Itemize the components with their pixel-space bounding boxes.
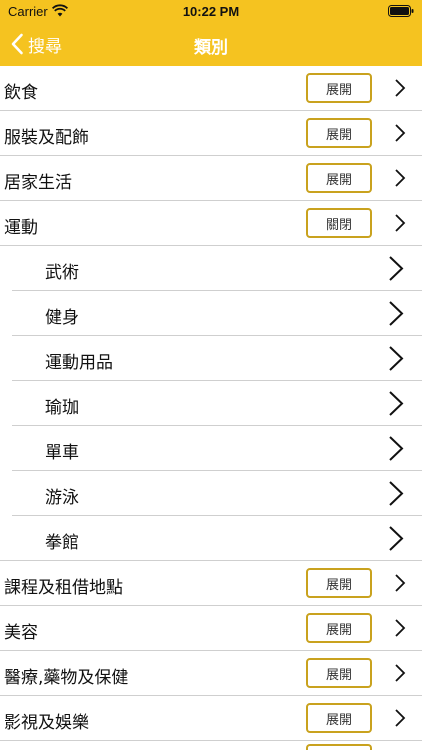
category-label: 醫療,藥物及保健 [4, 668, 129, 688]
chevron-right-icon [395, 664, 406, 682]
category-label: 居家生活 [4, 173, 72, 193]
battery-icon [388, 5, 414, 17]
status-time: 10:22 PM [182, 4, 240, 19]
chevron-right-icon [389, 436, 404, 461]
subcategory-row[interactable]: 拳館 [0, 516, 422, 561]
category-list: 飲食 展開 服裝及配飾 展開 居家生活 展開 運動 關閉 武術 健身 運動用品 … [0, 66, 422, 741]
chevron-right-icon [389, 526, 404, 551]
collapse-button[interactable]: 關閉 [306, 208, 372, 238]
category-row-sports[interactable]: 運動 關閉 [0, 201, 422, 246]
category-row-courses[interactable]: 課程及租借地點 展開 [0, 561, 422, 606]
expand-button[interactable]: 展開 [306, 658, 372, 688]
chevron-right-icon [395, 709, 406, 727]
chevron-right-icon [395, 79, 406, 97]
page-title: 類別 [194, 38, 228, 58]
navigation-bar: 搜尋 類別 [0, 22, 422, 66]
subcategory-label: 武術 [45, 263, 79, 283]
category-label: 運動 [4, 218, 38, 238]
expand-button[interactable]: 展開 [306, 118, 372, 148]
subcategory-label: 瑜珈 [45, 398, 79, 418]
subcategory-row[interactable]: 武術 [12, 246, 422, 291]
next-expand-button-partial[interactable] [306, 744, 372, 750]
chevron-right-icon [389, 391, 404, 416]
category-label: 課程及租借地點 [4, 578, 123, 598]
category-row-beauty[interactable]: 美容 展開 [0, 606, 422, 651]
category-label: 美容 [4, 623, 38, 643]
status-bar: Carrier 10:22 PM [0, 0, 422, 22]
category-row-medical[interactable]: 醫療,藥物及保健 展開 [0, 651, 422, 696]
chevron-right-icon [389, 256, 404, 281]
expand-button[interactable]: 展開 [306, 73, 372, 103]
chevron-right-icon [395, 619, 406, 637]
category-row-entertainment[interactable]: 影視及娛樂 展開 [0, 696, 422, 741]
subcategory-label: 單車 [45, 443, 79, 463]
chevron-right-icon [395, 169, 406, 187]
chevron-right-icon [389, 301, 404, 326]
category-label: 服裝及配飾 [4, 128, 89, 148]
category-label: 影視及娛樂 [4, 713, 89, 733]
expand-button[interactable]: 展開 [306, 703, 372, 733]
category-row-food[interactable]: 飲食 展開 [0, 66, 422, 111]
subcategory-row[interactable]: 單車 [12, 426, 422, 471]
chevron-right-icon [389, 481, 404, 506]
subcategory-row[interactable]: 健身 [12, 291, 422, 336]
chevron-right-icon [395, 574, 406, 592]
subcategory-row[interactable]: 游泳 [12, 471, 422, 516]
subcategory-row[interactable]: 瑜珈 [12, 381, 422, 426]
subcategory-row[interactable]: 運動用品 [12, 336, 422, 381]
subcategory-label: 運動用品 [45, 353, 113, 373]
expand-button[interactable]: 展開 [306, 613, 372, 643]
expand-button[interactable]: 展開 [306, 163, 372, 193]
category-row-home[interactable]: 居家生活 展開 [0, 156, 422, 201]
chevron-right-icon [395, 214, 406, 232]
category-row-clothing[interactable]: 服裝及配飾 展開 [0, 111, 422, 156]
category-label: 飲食 [4, 83, 38, 103]
subcategory-label: 健身 [45, 308, 79, 328]
chevron-right-icon [389, 346, 404, 371]
expand-button[interactable]: 展開 [306, 568, 372, 598]
subcategory-label: 拳館 [45, 533, 79, 553]
subcategory-label: 游泳 [45, 488, 79, 508]
chevron-right-icon [395, 124, 406, 142]
